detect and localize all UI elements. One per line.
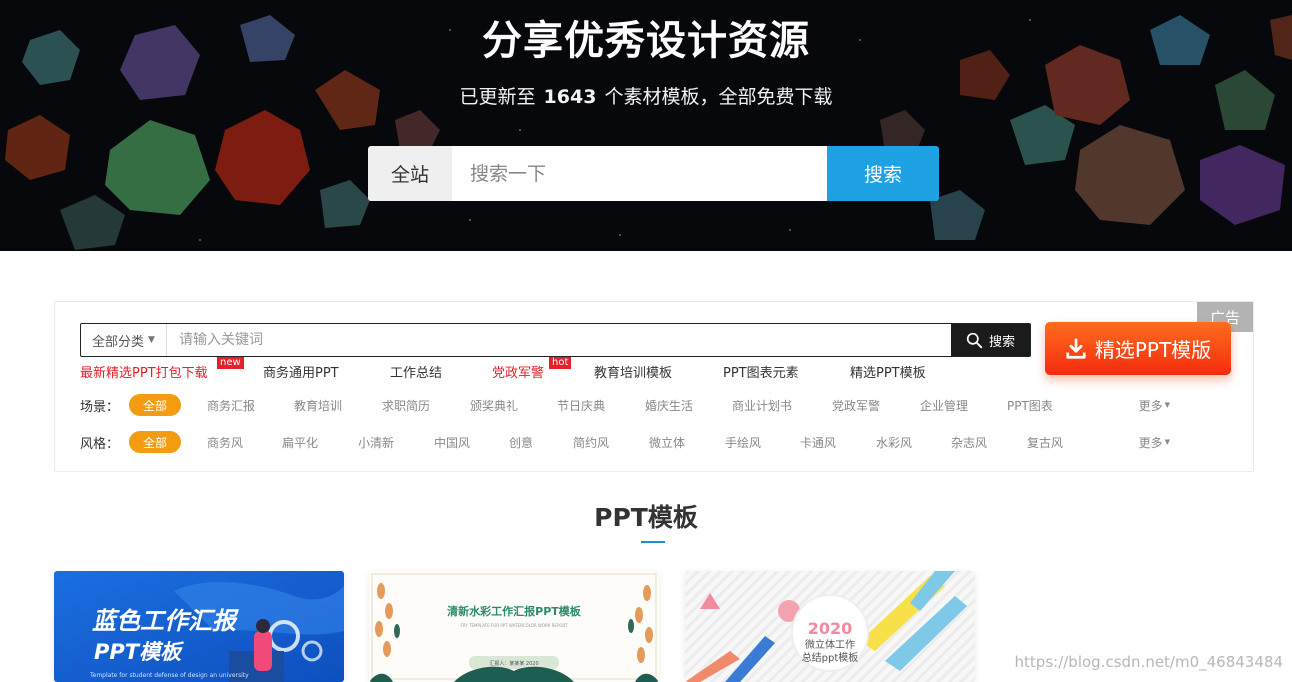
hot-link-charts[interactable]: PPT图表元素 bbox=[723, 362, 799, 381]
category-dropdown[interactable]: 全部分类 ▼ bbox=[81, 324, 167, 356]
card-line2: 总结ppt模板 bbox=[802, 651, 859, 664]
watermark: https://blog.csdn.net/m0_46843484 bbox=[1014, 653, 1283, 671]
scene-chip[interactable]: 党政军警 bbox=[832, 394, 880, 416]
keyword-input[interactable] bbox=[167, 324, 951, 356]
scene-label: 场景： bbox=[80, 400, 120, 415]
hero-search-input[interactable] bbox=[452, 146, 827, 201]
featured-ppt-button[interactable]: 精选PPT模版 bbox=[1045, 322, 1231, 375]
template-thumbnail: 2020 微立体工作 总结ppt模板 bbox=[685, 571, 975, 682]
style-chip[interactable]: 微立体 bbox=[649, 431, 685, 453]
style-label: 风格： bbox=[80, 437, 120, 452]
keyword-search-bar: 全部分类 ▼ 搜索 bbox=[80, 323, 1031, 357]
scene-chip[interactable]: PPT图表 bbox=[1007, 394, 1053, 416]
download-icon bbox=[1066, 337, 1086, 359]
hot-links-row: 最新精选PPT打包下载 new 商务通用PPT 工作总结 党政军警 hot 教育… bbox=[80, 357, 1020, 381]
scene-chip[interactable]: 商务汇报 bbox=[207, 394, 255, 416]
style-more-link[interactable]: 更多 ▼ bbox=[1139, 431, 1170, 453]
style-chip[interactable]: 商务风 bbox=[207, 431, 243, 453]
style-filter-row: 风格： 全部 商务风 扁平化 小清新 中国风 创意 简约风 微立体 手绘风 卡通… bbox=[80, 431, 1200, 453]
hero-banner: 分享优秀设计资源 已更新至 1643 个素材模板，全部免费下载 全站 搜索 bbox=[0, 0, 1292, 251]
search-button-label: 搜索 bbox=[988, 334, 1015, 350]
style-chip-all[interactable]: 全部 bbox=[129, 431, 181, 453]
template-card[interactable]: 2020 微立体工作 总结ppt模板 bbox=[685, 571, 975, 682]
hot-link-education[interactable]: 教育培训模板 bbox=[594, 362, 672, 381]
hot-link-latest-pack[interactable]: 最新精选PPT打包下载 bbox=[80, 362, 208, 381]
subtitle-prefix: 已更新至 bbox=[459, 86, 536, 108]
style-chip[interactable]: 水彩风 bbox=[876, 431, 912, 453]
card-title-line2: PPT模板 bbox=[94, 640, 185, 664]
scene-chip[interactable]: 教育培训 bbox=[294, 394, 342, 416]
style-chip[interactable]: 中国风 bbox=[434, 431, 470, 453]
scene-chip[interactable]: 颁奖典礼 bbox=[470, 394, 518, 416]
style-chip[interactable]: 扁平化 bbox=[282, 431, 318, 453]
style-chip[interactable]: 简约风 bbox=[573, 431, 609, 453]
caret-down-icon: ▼ bbox=[148, 335, 155, 345]
section-title: PPT模板 bbox=[594, 503, 698, 532]
card-line1: 微立体工作 bbox=[805, 638, 855, 651]
category-label: 全部分类 bbox=[92, 334, 145, 350]
caret-down-icon: ▼ bbox=[1164, 438, 1170, 446]
template-card[interactable]: 清新水彩工作汇报PPT模板 FRY TEMPLATE FOR PPT WATER… bbox=[369, 571, 659, 682]
hot-link-business[interactable]: 商务通用PPT bbox=[263, 362, 339, 381]
scene-chip[interactable]: 商业计划书 bbox=[732, 394, 792, 416]
hero-title: 分享优秀设计资源 bbox=[482, 18, 810, 64]
card-tagline: Template for student defense of design a… bbox=[89, 672, 249, 679]
style-chip[interactable]: 杂志风 bbox=[951, 431, 987, 453]
scene-chip-all[interactable]: 全部 bbox=[129, 394, 181, 416]
template-thumbnail: 蓝色工作汇报 PPT模板 Template for student defens… bbox=[54, 571, 344, 682]
keyword-search-button[interactable]: 搜索 bbox=[951, 324, 1030, 356]
style-chip[interactable]: 创意 bbox=[509, 431, 533, 453]
scene-chip[interactable]: 求职简历 bbox=[382, 394, 430, 416]
search-scope-selector[interactable]: 全站 bbox=[368, 146, 452, 201]
search-icon bbox=[966, 332, 983, 348]
new-badge: new bbox=[217, 357, 244, 369]
hot-link-work-summary[interactable]: 工作总结 bbox=[390, 362, 442, 381]
template-thumbnail: 清新水彩工作汇报PPT模板 FRY TEMPLATE FOR PPT WATER… bbox=[369, 571, 659, 682]
hero-search-button[interactable]: 搜索 bbox=[827, 146, 939, 201]
scene-chip[interactable]: 婚庆生活 bbox=[645, 394, 693, 416]
hot-link-selected[interactable]: 精选PPT模板 bbox=[850, 362, 926, 381]
scene-filter-row: 场景： 全部 商务汇报 教育培训 求职简历 颁奖典礼 节日庆典 婚庆生活 商业计… bbox=[80, 394, 1200, 416]
card-subtitle: FRY TEMPLATE FOR PPT WATERCOLOR WORK REP… bbox=[461, 623, 568, 628]
scene-more-link[interactable]: 更多 ▼ bbox=[1139, 394, 1170, 416]
hot-badge: hot bbox=[549, 357, 572, 369]
style-chip[interactable]: 复古风 bbox=[1027, 431, 1063, 453]
scene-chip[interactable]: 节日庆典 bbox=[557, 394, 605, 416]
filter-panel: 广告 全部分类 ▼ 搜索 精选PPT模版 最新精选PPT打包下载 new 商务通… bbox=[54, 301, 1254, 472]
template-count: 1643 bbox=[543, 86, 597, 108]
section-underline bbox=[641, 541, 665, 543]
hero-search-bar: 全站 搜索 bbox=[368, 146, 939, 201]
style-chip[interactable]: 卡通风 bbox=[800, 431, 836, 453]
card-year: 2020 bbox=[808, 619, 853, 638]
card-title: 清新水彩工作汇报PPT模板 bbox=[447, 604, 582, 618]
card-title-line1: 蓝色工作汇报 bbox=[92, 607, 239, 635]
style-chip[interactable]: 手绘风 bbox=[725, 431, 761, 453]
hot-link-party-government[interactable]: 党政军警 bbox=[492, 362, 544, 381]
style-chip[interactable]: 小清新 bbox=[358, 431, 394, 453]
caret-down-icon: ▼ bbox=[1164, 401, 1170, 409]
subtitle-suffix: 个素材模板，全部免费下载 bbox=[604, 86, 833, 108]
scene-chip[interactable]: 企业管理 bbox=[920, 394, 968, 416]
featured-ppt-label: 精选PPT模版 bbox=[1094, 338, 1212, 362]
template-card[interactable]: 蓝色工作汇报 PPT模板 Template for student defens… bbox=[54, 571, 344, 682]
hero-subtitle: 已更新至 1643 个素材模板，全部免费下载 bbox=[0, 82, 1292, 109]
card-name-line: 汇报人：某某某 2020 bbox=[489, 660, 538, 667]
